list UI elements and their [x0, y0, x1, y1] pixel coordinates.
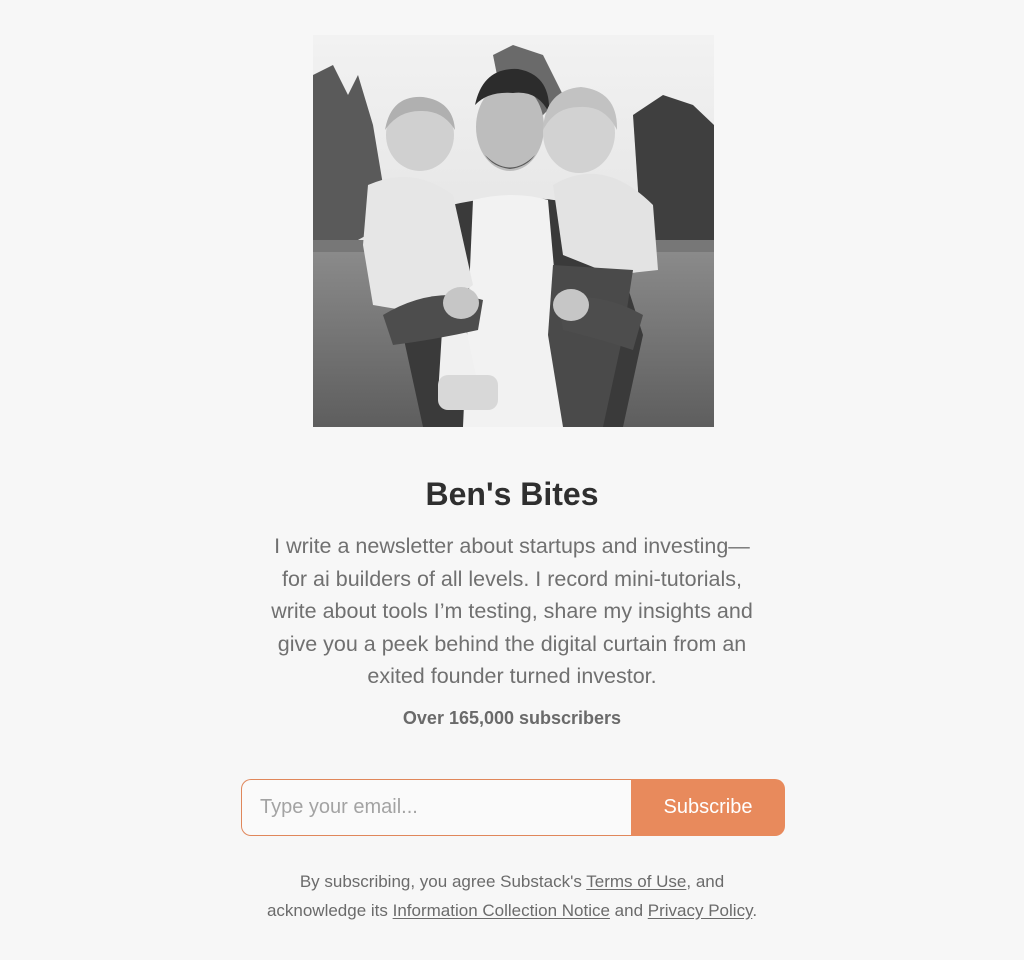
legal-and: and: [609, 900, 648, 920]
legal-disclaimer: By subscribing, you agree Substack's Ter…: [262, 868, 762, 925]
email-input[interactable]: [241, 779, 631, 836]
subscribe-form: Subscribe: [241, 779, 785, 836]
information-collection-notice-link[interactable]: Information Collection Notice: [393, 901, 610, 920]
author-photo: [313, 35, 714, 427]
subscriber-count: Over 165,000 subscribers: [402, 708, 622, 728]
author-photo-image: [313, 35, 714, 427]
terms-of-use-link[interactable]: Terms of Use: [586, 872, 686, 891]
legal-prefix: By subscribing, you agree Substack's: [299, 872, 587, 891]
publication-title: Ben's Bites: [425, 476, 599, 512]
publication-description: I write a newsletter about startups and …: [271, 534, 753, 688]
subscribe-landing-page: Ben's Bites I write a newsletter about s…: [0, 0, 1024, 960]
privacy-policy-link[interactable]: Privacy Policy: [648, 901, 753, 920]
subscribe-button[interactable]: Subscribe: [631, 779, 785, 836]
legal-suffix: .: [752, 900, 758, 920]
